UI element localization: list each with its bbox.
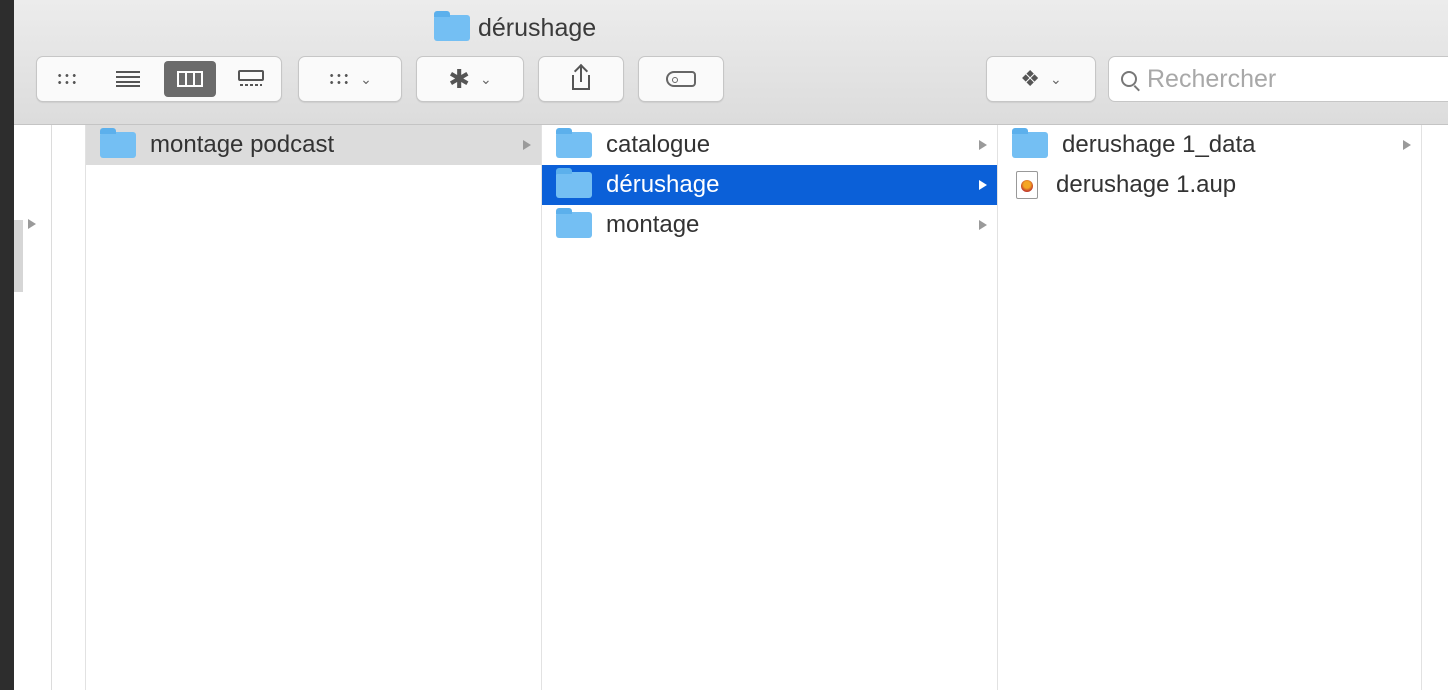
list-icon: [116, 71, 141, 87]
column-1: montage podcast: [86, 125, 542, 690]
item-label: derushage 1_data: [1062, 131, 1256, 158]
window-title-text: dérushage: [478, 13, 597, 42]
icon-view-button[interactable]: [41, 61, 93, 97]
column-spacer: [52, 125, 86, 690]
item-label: catalogue: [606, 131, 711, 158]
disclosure-arrow-icon: [979, 220, 987, 230]
disclosure-arrow-icon: [979, 140, 987, 150]
audacity-file-icon: [1016, 171, 1038, 199]
column-4: [1422, 125, 1448, 690]
chevron-down-icon: ⌄: [360, 70, 372, 87]
icon-grid-icon: [56, 72, 78, 86]
disclosure-arrow-icon: [979, 180, 987, 190]
view-mode-segment: [36, 56, 282, 102]
column-2: catalogue dérushage montage: [542, 125, 998, 690]
folder-icon: [100, 128, 136, 158]
search-field[interactable]: [1108, 56, 1448, 102]
dropbox-icon: ❖: [1020, 66, 1040, 91]
gallery-view-button[interactable]: [225, 61, 277, 97]
item-label: montage podcast: [150, 131, 335, 158]
column-3: derushage 1_data derushage 1.aup: [998, 125, 1422, 690]
dropbox-button[interactable]: ❖ ⌄: [986, 56, 1096, 102]
item-label: dérushage: [606, 171, 720, 198]
group-grid-icon: [328, 72, 351, 86]
list-view-button[interactable]: [102, 61, 154, 97]
search-icon: [1121, 71, 1137, 87]
list-item[interactable]: catalogue: [542, 125, 997, 165]
columns-icon: [176, 71, 203, 87]
column-browser: montage podcast catalogue dérushage mont…: [14, 125, 1448, 690]
disclosure-arrow-icon[interactable]: [28, 219, 36, 229]
list-item[interactable]: montage: [542, 205, 997, 245]
window-title: dérushage: [434, 10, 596, 46]
share-icon: [572, 63, 590, 90]
tag-icon: [666, 71, 696, 87]
item-label: derushage 1.aup: [1056, 171, 1237, 198]
list-item[interactable]: montage podcast: [86, 125, 541, 165]
folder-icon: [434, 11, 470, 41]
finder-window: dérushage ⌄ ✱ ⌄ ❖ ⌄ Rechercher montage p…: [14, 0, 1448, 690]
chevron-down-icon: ⌄: [1050, 70, 1062, 87]
item-label: montage: [606, 211, 700, 238]
list-item[interactable]: dérushage: [542, 165, 997, 205]
folder-icon: [556, 128, 592, 158]
search-input[interactable]: [1145, 63, 1448, 95]
scrollbar[interactable]: [14, 220, 23, 292]
folder-icon: [556, 168, 592, 198]
folder-icon: [1012, 128, 1048, 158]
gear-icon: ✱: [448, 63, 471, 94]
list-item[interactable]: derushage 1.aup: [998, 165, 1421, 205]
left-gutter: [14, 125, 52, 690]
folder-icon: [556, 208, 592, 238]
action-button[interactable]: ✱ ⌄: [416, 56, 524, 102]
column-view-button[interactable]: [163, 61, 216, 97]
tags-button[interactable]: [638, 56, 724, 102]
list-item[interactable]: derushage 1_data: [998, 125, 1421, 165]
share-button[interactable]: [538, 56, 624, 102]
gallery-icon: [237, 70, 264, 88]
disclosure-arrow-icon: [1403, 140, 1411, 150]
toolbar: dérushage ⌄ ✱ ⌄ ❖ ⌄: [14, 0, 1448, 125]
group-button[interactable]: ⌄: [298, 56, 402, 102]
chevron-down-icon: ⌄: [480, 70, 492, 87]
disclosure-arrow-icon: [523, 140, 531, 150]
